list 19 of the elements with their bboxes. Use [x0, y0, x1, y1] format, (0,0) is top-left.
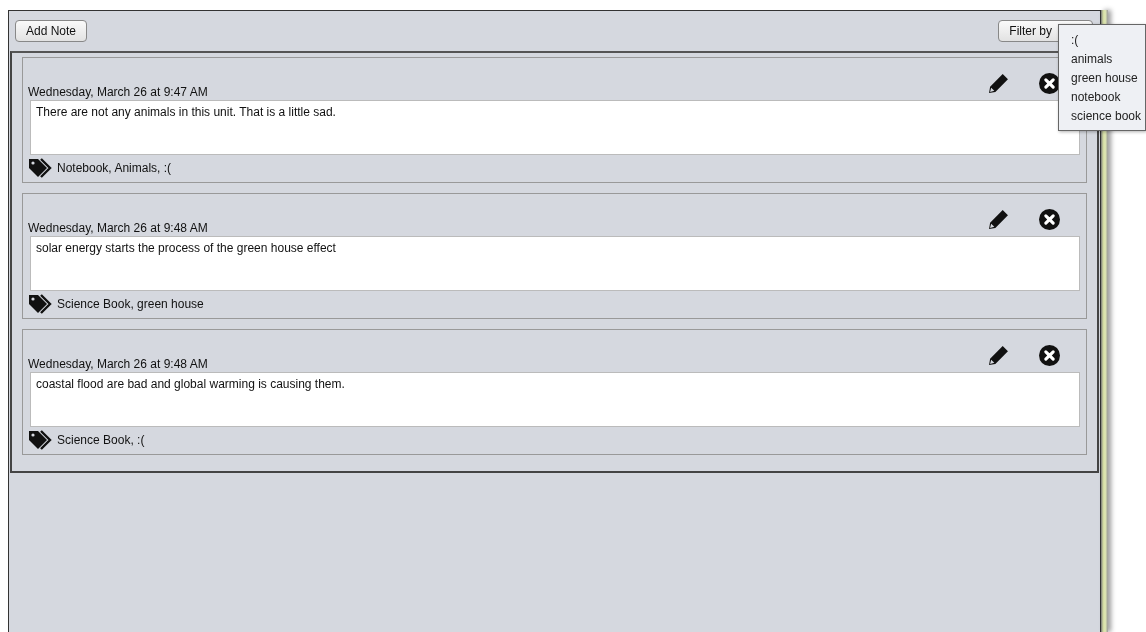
note-date: Wednesday, March 26 at 9:47 AM: [28, 85, 208, 100]
note-tags: Notebook, Animals, :(: [57, 161, 172, 175]
filter-menu-item[interactable]: green house: [1071, 69, 1145, 88]
tags-icon: [28, 294, 54, 314]
note-date: Wednesday, March 26 at 9:48 AM: [28, 221, 208, 236]
note-tags: Science Book, :(: [57, 433, 145, 447]
note-date: Wednesday, March 26 at 9:48 AM: [28, 357, 208, 372]
tags-icon: [28, 430, 54, 450]
close-icon[interactable]: [1039, 208, 1060, 230]
note-text-area[interactable]: coastal flood are bad and global warming is causing them.: [30, 372, 1080, 427]
pencil-icon[interactable]: [988, 344, 1009, 366]
note-text-area[interactable]: solar energy starts the process of the green house effect: [30, 236, 1080, 291]
close-icon[interactable]: [1039, 344, 1060, 366]
note-tags: Science Book, green house: [57, 297, 204, 311]
tags-icon: [28, 158, 54, 178]
add-note-button[interactable]: Add Note: [15, 20, 88, 42]
pencil-icon[interactable]: [988, 208, 1009, 230]
pencil-icon[interactable]: [988, 72, 1009, 94]
filter-menu-item[interactable]: animals: [1071, 50, 1145, 69]
